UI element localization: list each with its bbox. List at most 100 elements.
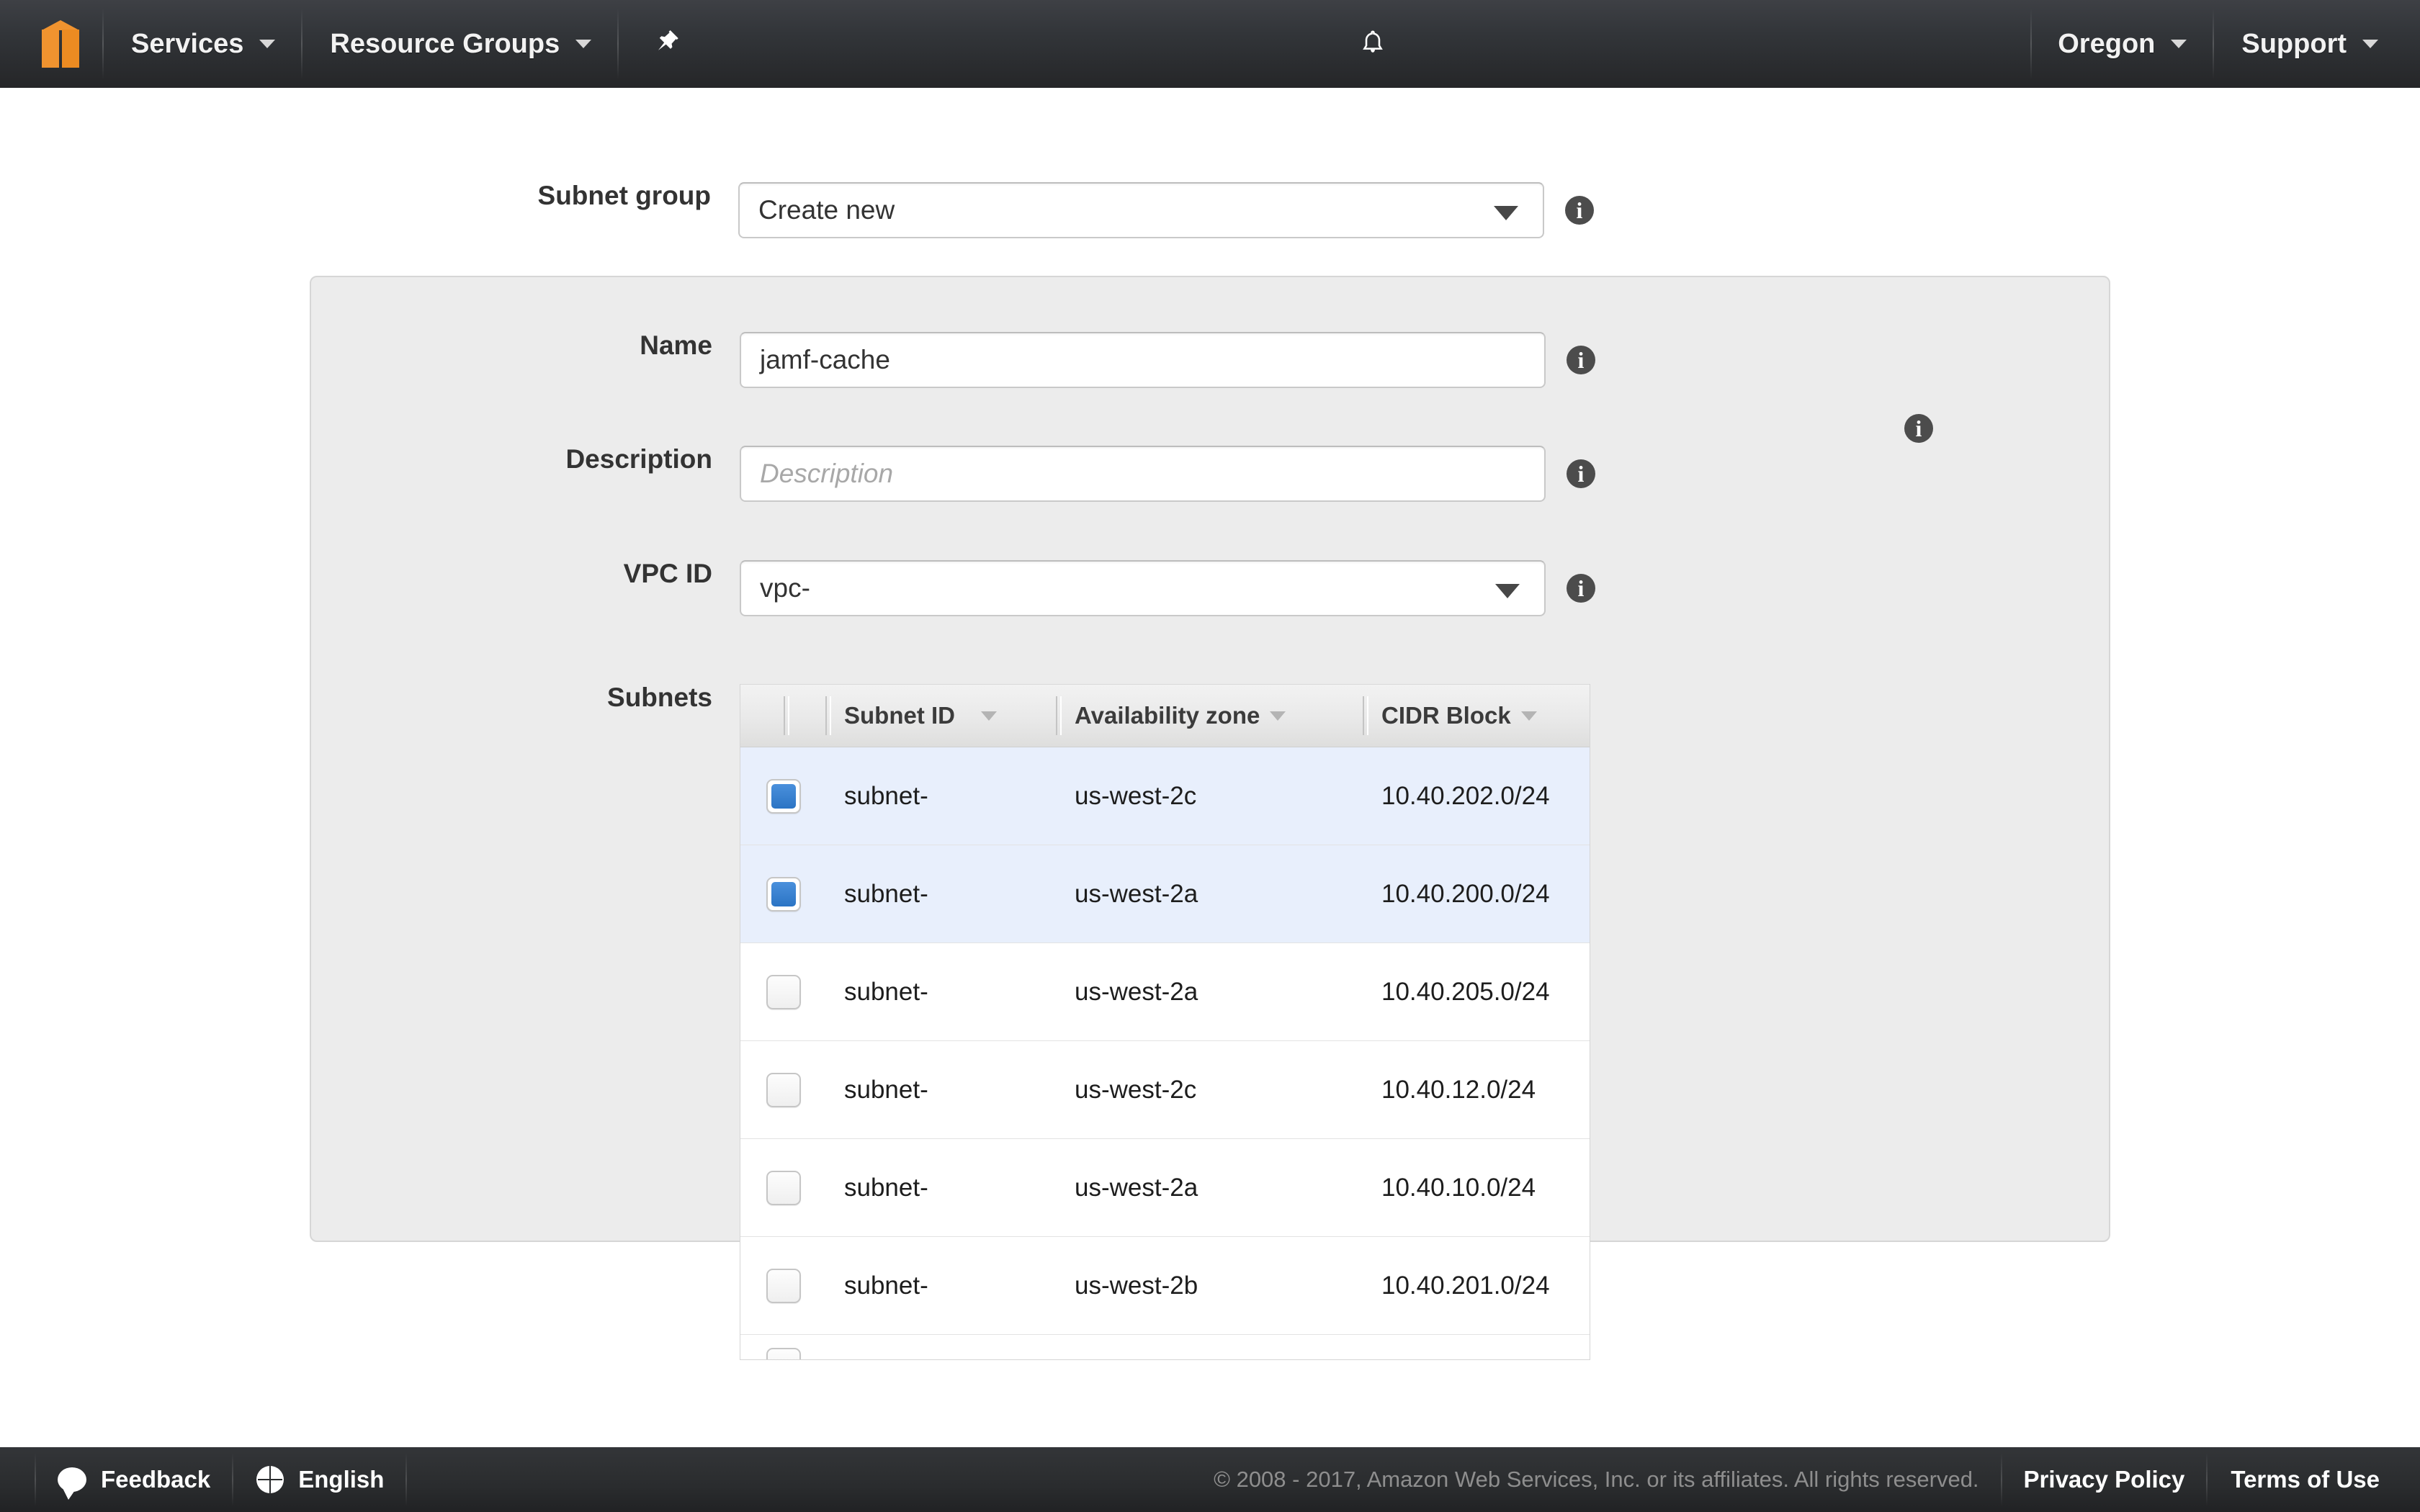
sort-chevron-down-icon [1270,711,1286,721]
cell-cidr-block: 10.40.12.0/24 [1381,1075,1536,1104]
table-row[interactable]: subnet-us-west-2c 10.40.12.0/24 [740,1041,1590,1139]
region-label: Oregon [2058,28,2156,59]
vpc-id-value: vpc- [760,573,810,603]
checkbox-unchecked-icon[interactable] [766,974,801,1009]
row-checkbox-cell[interactable] [740,974,825,1009]
column-header-cidr-block-label: CIDR Block [1381,702,1511,729]
cell-cidr-block: 10.40.10.0/24 [1381,1173,1536,1202]
cell-cidr-block: 10.40.205.0/24 [1381,977,1550,1006]
info-icon[interactable]: i [1567,459,1595,488]
subnets-label: Subnets [607,683,712,712]
cell-availability-zone: us-west-2a [1075,1173,1198,1202]
aws-cube-logo-icon [42,20,79,68]
column-header-subnet-id-label: Subnet ID [844,702,955,729]
row-checkbox-cell[interactable] [740,1348,825,1359]
name-value: jamf-cache [760,345,890,374]
vpc-id-label: VPC ID [623,559,712,588]
subnet-group-select[interactable]: Create new [738,182,1544,238]
row-checkbox-cell[interactable] [740,1268,825,1303]
cell-subnet-id: subnet- [844,1271,928,1300]
subnets-info: i [1904,414,1933,443]
subnets-table: Subnet ID Availability zone CIDR Block s… [740,684,1590,1360]
cell-availability-zone: us-west-2a [1075,879,1198,908]
info-icon[interactable]: i [1565,196,1594,225]
row-checkbox-cell[interactable] [740,1170,825,1205]
column-header-availability-zone-label: Availability zone [1075,702,1260,729]
table-row-partial[interactable] [740,1335,1590,1359]
row-checkbox-cell[interactable] [740,876,825,912]
description-row: Description Description i [1,446,2420,502]
column-divider [1363,696,1368,735]
cell-availability-zone: us-west-2c [1075,781,1197,810]
info-icon[interactable]: i [1904,414,1933,443]
vpc-id-info: i [1567,560,1595,603]
cell-subnet-id: subnet- [844,977,928,1006]
terms-of-use-label: Terms of Use [2231,1466,2380,1493]
description-input[interactable]: Description [740,446,1546,502]
subnet-group-row: Subnet group Create new i [0,182,2420,238]
cell-availability-zone: us-west-2b [1075,1271,1198,1300]
column-divider [784,696,789,735]
region-selector[interactable]: Oregon [2030,0,2215,88]
language-label: English [298,1466,385,1493]
nav-services-menu[interactable]: Services [104,0,303,88]
table-row[interactable]: subnet-us-west-2b 10.40.201.0/24 [740,1237,1590,1335]
info-icon[interactable]: i [1567,574,1595,603]
notifications-button[interactable] [1319,0,1426,88]
cell-cidr-block: 10.40.200.0/24 [1381,879,1550,908]
checkbox-unchecked-icon[interactable] [766,1072,801,1107]
checkbox-unchecked-icon[interactable] [766,1348,801,1359]
chevron-down-icon [1494,206,1518,220]
name-input[interactable]: jamf-cache [740,332,1546,388]
info-icon[interactable]: i [1567,346,1595,374]
feedback-button[interactable]: Feedback [35,1447,234,1512]
nav-services-label: Services [131,28,244,59]
table-row[interactable]: subnet-us-west-2c 10.40.202.0/24 [740,747,1590,845]
checkbox-checked-icon[interactable] [766,876,801,912]
feedback-label: Feedback [101,1466,211,1493]
support-label: Support [2241,28,2347,59]
language-button[interactable]: English [233,1447,408,1512]
column-header-availability-zone[interactable]: Availability zone [1056,685,1363,747]
nav-resource-groups-label: Resource Groups [330,28,560,59]
sort-chevron-down-icon [981,711,997,721]
row-checkbox-cell[interactable] [740,1072,825,1107]
subnet-group-info: i [1565,182,1594,225]
description-info: i [1567,446,1595,488]
pushpin-icon [658,30,678,50]
select-all-header[interactable] [740,685,825,747]
cell-availability-zone: us-west-2c [1075,1075,1197,1104]
description-placeholder: Description [760,459,894,488]
checkbox-unchecked-icon[interactable] [766,1170,801,1205]
bell-notification-icon [1363,30,1384,53]
table-row[interactable]: subnet-us-west-2a 10.40.205.0/24 [740,943,1590,1041]
checkbox-unchecked-icon[interactable] [766,1268,801,1303]
chevron-down-icon [259,40,276,48]
terms-of-use-link[interactable]: Terms of Use [2208,1447,2420,1512]
name-info: i [1567,332,1595,374]
subnet-group-value: Create new [758,195,895,225]
vpc-id-select[interactable]: vpc- [740,560,1546,616]
column-header-subnet-id[interactable]: Subnet ID [825,685,1056,747]
column-header-cidr-block[interactable]: CIDR Block [1363,685,1591,747]
pin-shortcut-button[interactable] [619,0,715,88]
description-label: Description [565,444,712,474]
page-footer: Feedback English © 2008 - 2017, Amazon W… [0,1447,2420,1512]
privacy-policy-link[interactable]: Privacy Policy [2000,1447,2208,1512]
table-row[interactable]: subnet-us-west-2a 10.40.10.0/24 [740,1139,1590,1237]
aws-logo-button[interactable] [0,0,104,88]
table-row[interactable]: subnet-us-west-2a 10.40.200.0/24 [740,845,1590,943]
sort-chevron-down-icon [1520,711,1537,721]
cell-availability-zone: us-west-2a [1075,977,1198,1006]
subnets-row: Subnets Subnet ID Availability zone CIDR… [1,684,2420,1360]
checkbox-fill [771,881,796,906]
chevron-down-icon [2362,40,2379,48]
name-control: jamf-cache [740,332,1546,388]
description-control: Description [740,446,1546,502]
cell-subnet-id: subnet- [844,879,928,908]
row-checkbox-cell[interactable] [740,778,825,814]
support-menu[interactable]: Support [2214,0,2420,88]
cell-subnet-id: subnet- [844,781,928,810]
nav-resource-groups-menu[interactable]: Resource Groups [302,0,619,88]
checkbox-checked-icon[interactable] [766,778,801,814]
